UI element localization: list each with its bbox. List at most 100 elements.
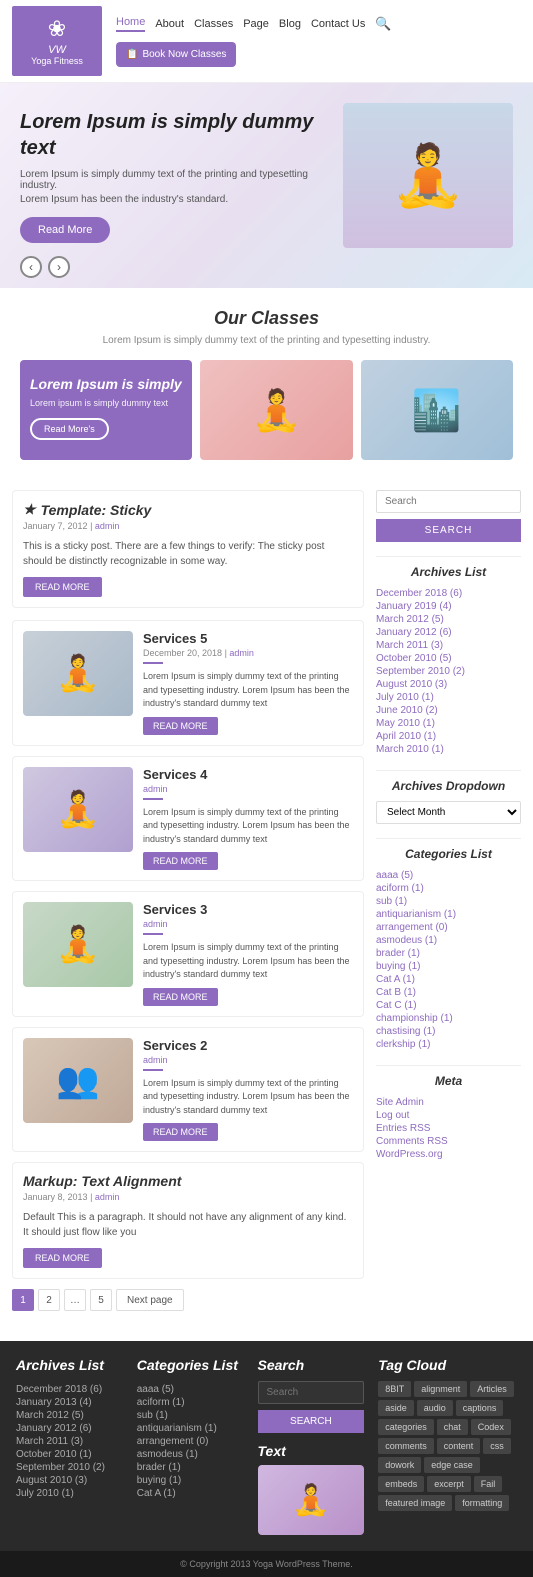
- tag-formatting[interactable]: formatting: [455, 1495, 509, 1511]
- footer-cat-7[interactable]: buying (1): [137, 1474, 244, 1487]
- footer-cat-1[interactable]: aciform (1): [137, 1396, 244, 1409]
- tag-audio[interactable]: audio: [417, 1400, 453, 1416]
- cat-chastising[interactable]: chastising (1): [376, 1025, 521, 1038]
- footer-search-input[interactable]: [258, 1381, 365, 1404]
- meta-wordpress-org[interactable]: WordPress.org: [376, 1148, 521, 1161]
- tag-8bit[interactable]: 8BIT: [378, 1381, 411, 1397]
- footer-cat-4[interactable]: arrangement (0): [137, 1435, 244, 1448]
- book-now-button[interactable]: 📋 Book Now Classes: [116, 42, 236, 67]
- meta-comments-rss[interactable]: Comments RSS: [376, 1135, 521, 1148]
- archive-sep-2010[interactable]: September 2010 (2): [376, 665, 521, 678]
- archive-may-2010[interactable]: May 2010 (1): [376, 717, 521, 730]
- page-2-button[interactable]: 2: [38, 1289, 60, 1311]
- cat-a[interactable]: Cat A (1): [376, 973, 521, 986]
- archive-dec-2018[interactable]: December 2018 (6): [376, 587, 521, 600]
- nav-home[interactable]: Home: [116, 16, 145, 32]
- service-2-read-more-button[interactable]: READ MORE: [143, 852, 218, 870]
- tag-articles[interactable]: Articles: [470, 1381, 514, 1397]
- cat-c[interactable]: Cat C (1): [376, 999, 521, 1012]
- tag-chat[interactable]: chat: [437, 1419, 468, 1435]
- tag-css[interactable]: css: [483, 1438, 511, 1454]
- footer-cat-2[interactable]: sub (1): [137, 1409, 244, 1422]
- tag-captions[interactable]: captions: [456, 1400, 504, 1416]
- cat-arrangement[interactable]: arrangement (0): [376, 921, 521, 934]
- footer-archive-8[interactable]: July 2010 (1): [16, 1487, 123, 1500]
- meta-logout[interactable]: Log out: [376, 1109, 521, 1122]
- nav-blog[interactable]: Blog: [279, 18, 301, 30]
- cat-buying[interactable]: buying (1): [376, 960, 521, 973]
- service-post-4-title[interactable]: Services 2: [143, 1038, 353, 1053]
- meta-entries-rss[interactable]: Entries RSS: [376, 1122, 521, 1135]
- tag-categories[interactable]: categories: [378, 1419, 434, 1435]
- page-5-button[interactable]: 5: [90, 1289, 112, 1311]
- tag-comments[interactable]: comments: [378, 1438, 434, 1454]
- archive-jan-2019[interactable]: January 2019 (4): [376, 600, 521, 613]
- logo[interactable]: ❀ VW Yoga Fitness: [12, 6, 102, 76]
- cat-aciform[interactable]: aciform (1): [376, 882, 521, 895]
- footer-archive-2[interactable]: March 2012 (5): [16, 1409, 123, 1422]
- class-read-more-button[interactable]: Read More's: [30, 418, 109, 440]
- search-icon[interactable]: 🔍: [375, 16, 391, 32]
- tag-excerpt[interactable]: excerpt: [427, 1476, 471, 1492]
- cat-clerkship[interactable]: clerkship (1): [376, 1038, 521, 1051]
- footer-search-button[interactable]: SEARCH: [258, 1410, 365, 1433]
- meta-site-admin[interactable]: Site Admin: [376, 1096, 521, 1109]
- archive-jun-2010[interactable]: June 2010 (2): [376, 704, 521, 717]
- service-post-2-title[interactable]: Services 4: [143, 767, 353, 782]
- hero-read-more-button[interactable]: Read More: [20, 217, 110, 243]
- tag-embeds[interactable]: embeds: [378, 1476, 424, 1492]
- tag-featured-image[interactable]: featured image: [378, 1495, 452, 1511]
- footer-cat-5[interactable]: asmodeus (1): [137, 1448, 244, 1461]
- archive-mar-2011[interactable]: March 2011 (3): [376, 639, 521, 652]
- cat-asmodeus[interactable]: asmodeus (1): [376, 934, 521, 947]
- archive-jul-2010[interactable]: July 2010 (1): [376, 691, 521, 704]
- archive-apr-2010[interactable]: April 2010 (1): [376, 730, 521, 743]
- sidebar-search-input[interactable]: [376, 490, 521, 513]
- footer-archive-5[interactable]: October 2010 (1): [16, 1448, 123, 1461]
- footer-archive-0[interactable]: December 2018 (6): [16, 1383, 123, 1396]
- footer-cat-3[interactable]: antiquarianism (1): [137, 1422, 244, 1435]
- nav-page[interactable]: Page: [243, 18, 269, 30]
- cat-championship[interactable]: championship (1): [376, 1012, 521, 1025]
- tag-fail[interactable]: Fail: [474, 1476, 503, 1492]
- tag-edge-case[interactable]: edge case: [424, 1457, 480, 1473]
- next-slide-button[interactable]: ›: [48, 256, 70, 278]
- sidebar-search-button[interactable]: SEARCH: [376, 519, 521, 542]
- footer-archive-7[interactable]: August 2010 (3): [16, 1474, 123, 1487]
- tag-codex[interactable]: Codex: [471, 1419, 511, 1435]
- nav-contact[interactable]: Contact Us: [311, 18, 365, 30]
- prev-slide-button[interactable]: ‹: [20, 256, 42, 278]
- page-1-button[interactable]: 1: [12, 1289, 34, 1311]
- footer-cat-0[interactable]: aaaa (5): [137, 1383, 244, 1396]
- footer-archive-4[interactable]: March 2011 (3): [16, 1435, 123, 1448]
- nav-classes[interactable]: Classes: [194, 18, 233, 30]
- cat-antiquarianism[interactable]: antiquarianism (1): [376, 908, 521, 921]
- class-card-featured[interactable]: Lorem Ipsum is simply Lorem ipsum is sim…: [20, 360, 192, 460]
- footer-archive-1[interactable]: January 2013 (4): [16, 1396, 123, 1409]
- cat-sub[interactable]: sub (1): [376, 895, 521, 908]
- archive-mar-2010[interactable]: March 2010 (1): [376, 743, 521, 756]
- footer-cat-6[interactable]: brader (1): [137, 1461, 244, 1474]
- tag-aside[interactable]: aside: [378, 1400, 414, 1416]
- service-1-read-more-button[interactable]: READ MORE: [143, 717, 218, 735]
- tag-alignment[interactable]: alignment: [414, 1381, 467, 1397]
- footer-cat-8[interactable]: Cat A (1): [137, 1487, 244, 1500]
- service-post-3-title[interactable]: Services 3: [143, 902, 353, 917]
- service-3-read-more-button[interactable]: READ MORE: [143, 988, 218, 1006]
- nav-about[interactable]: About: [155, 18, 184, 30]
- markup-post-title[interactable]: Markup: Text Alignment: [23, 1173, 353, 1189]
- cat-aaaa[interactable]: aaaa (5): [376, 869, 521, 882]
- footer-archive-3[interactable]: January 2012 (6): [16, 1422, 123, 1435]
- archive-jan-2012[interactable]: January 2012 (6): [376, 626, 521, 639]
- tag-dowork[interactable]: dowork: [378, 1457, 421, 1473]
- archive-oct-2010[interactable]: October 2010 (5): [376, 652, 521, 665]
- sticky-read-more-button[interactable]: READ MORE: [23, 577, 102, 597]
- service-4-read-more-button[interactable]: READ MORE: [143, 1123, 218, 1141]
- archive-mar-2012[interactable]: March 2012 (5): [376, 613, 521, 626]
- archive-aug-2010[interactable]: August 2010 (3): [376, 678, 521, 691]
- service-post-1-title[interactable]: Services 5: [143, 631, 353, 646]
- markup-read-more-button[interactable]: READ MORE: [23, 1248, 102, 1268]
- cat-brader[interactable]: brader (1): [376, 947, 521, 960]
- tag-content[interactable]: content: [437, 1438, 481, 1454]
- next-page-button[interactable]: Next page: [116, 1289, 184, 1311]
